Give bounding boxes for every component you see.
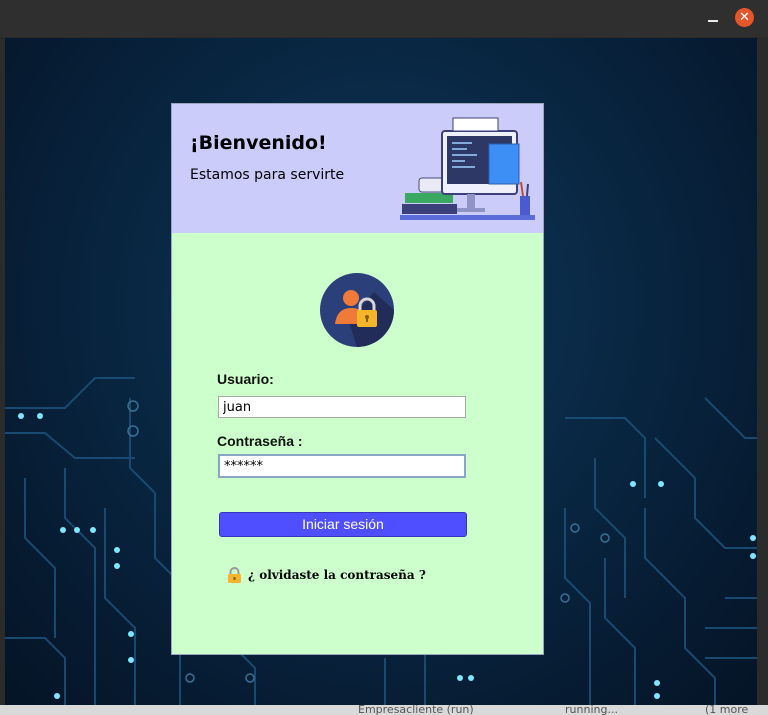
username-input[interactable] bbox=[218, 396, 466, 418]
user-lock-icon bbox=[320, 273, 394, 347]
lock-icon bbox=[228, 567, 241, 583]
taskbar-item[interactable]: Empresacliente (run) bbox=[358, 705, 474, 715]
username-label: Usuario: bbox=[217, 371, 274, 387]
minimize-button[interactable] bbox=[706, 8, 720, 26]
welcome-tagline: Estamos para servirte bbox=[190, 167, 345, 183]
forgot-password-link[interactable]: ¿ olvidaste la contraseña ? bbox=[227, 566, 426, 584]
window-titlebar: ✕ bbox=[0, 0, 768, 37]
close-button[interactable]: ✕ bbox=[735, 8, 754, 27]
forgot-password-label: ¿ olvidaste la contraseña ? bbox=[248, 568, 426, 582]
panel-header: ¡Bienvenido! Estamos para servirte bbox=[172, 104, 543, 233]
login-button[interactable]: Iniciar sesión bbox=[219, 512, 467, 537]
taskbar-strip: Empresacliente (run) running... (1 more bbox=[0, 705, 768, 715]
login-panel: ¡Bienvenido! Estamos para servirte Usuar… bbox=[171, 103, 544, 655]
computer-desk-illustration bbox=[400, 117, 535, 220]
password-input[interactable] bbox=[218, 454, 466, 478]
taskbar-item[interactable]: running... bbox=[565, 705, 618, 715]
taskbar-item[interactable]: (1 more bbox=[705, 705, 748, 715]
password-label: Contraseña : bbox=[217, 433, 303, 449]
welcome-title: ¡Bienvenido! bbox=[190, 132, 327, 154]
